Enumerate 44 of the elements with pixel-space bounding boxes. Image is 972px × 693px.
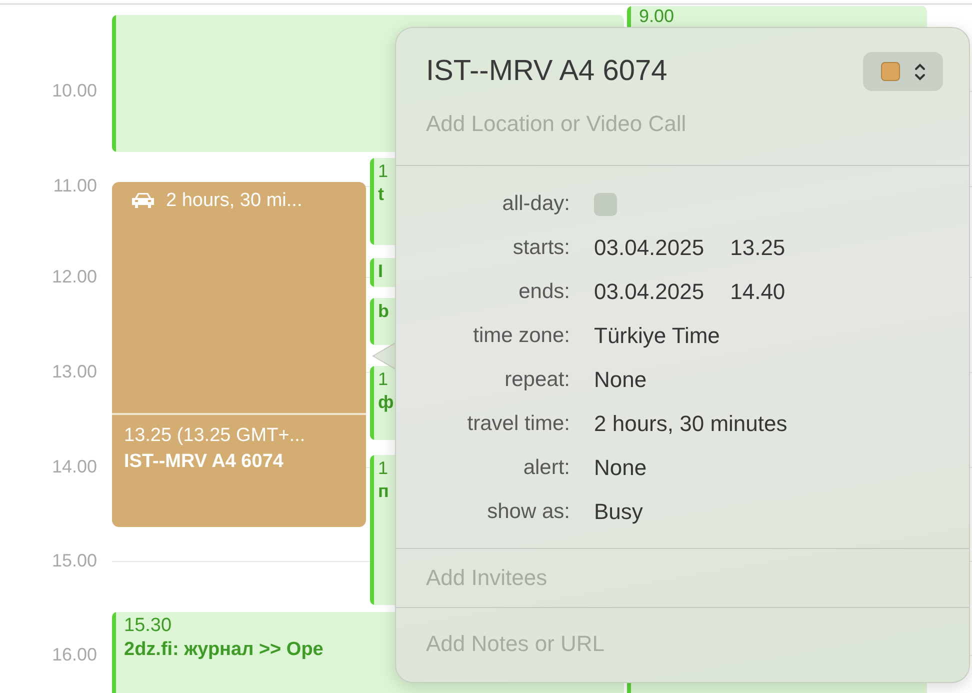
location-field[interactable]: Add Location or Video Call bbox=[426, 111, 826, 137]
event-time: 9.00 bbox=[639, 6, 674, 27]
field-value[interactable]: 2 hours, 30 minutes bbox=[594, 411, 788, 437]
event-time: 1 bbox=[378, 369, 390, 390]
field-value[interactable]: None bbox=[594, 455, 647, 481]
field-value[interactable]: Türkiye Time bbox=[594, 323, 720, 349]
calendar-color-button[interactable] bbox=[863, 52, 943, 91]
event-title: b bbox=[378, 301, 389, 322]
hour-label: 13.00 bbox=[52, 362, 97, 382]
event-title: п bbox=[378, 481, 389, 502]
hour-label: 12.00 bbox=[52, 266, 97, 288]
field-label: show as: bbox=[487, 500, 570, 524]
event-time: 15.30 bbox=[124, 615, 173, 637]
hour-label: 14.00 bbox=[52, 456, 97, 478]
event-time: 1 bbox=[378, 161, 388, 182]
field-value[interactable]: Busy bbox=[594, 499, 643, 525]
event-title: t bbox=[378, 184, 385, 205]
field-label: all-day: bbox=[502, 192, 570, 216]
event-time: 1 bbox=[378, 458, 389, 479]
field-label: ends: bbox=[518, 280, 570, 304]
event-title[interactable]: IST--MRV A4 6074 bbox=[426, 55, 668, 88]
field-value[interactable]: None bbox=[594, 367, 647, 393]
field-label: travel time: bbox=[467, 412, 570, 436]
time-value[interactable]: 13.25 bbox=[730, 235, 786, 261]
hour-label: 10.00 bbox=[52, 80, 97, 102]
field-label: time zone: bbox=[473, 324, 570, 348]
travel-time: 2 hours, 30 mi... bbox=[166, 190, 302, 212]
car-icon bbox=[130, 191, 156, 209]
date-value[interactable]: 03.04.2025 bbox=[594, 235, 704, 261]
event-title: I bbox=[378, 261, 384, 282]
hour-label: 15.00 bbox=[52, 550, 97, 572]
chevron-icon bbox=[914, 62, 926, 82]
all-day-checkbox[interactable] bbox=[594, 192, 617, 216]
time-value[interactable]: 14.40 bbox=[730, 279, 786, 305]
hour-label: 11.00 bbox=[53, 176, 97, 196]
event-title: IST--MRV A4 6074 bbox=[124, 451, 284, 473]
event-time: 13.25 (13.25 GMT+... bbox=[124, 425, 306, 447]
event-title: ф bbox=[378, 392, 394, 413]
hour-label: 16.00 bbox=[52, 644, 97, 666]
event-title: 2dz.fi: журнал >> Ope bbox=[124, 639, 324, 661]
field-label: alert: bbox=[523, 456, 570, 480]
field-label: repeat: bbox=[504, 368, 570, 392]
field-label: starts: bbox=[512, 236, 570, 260]
date-value[interactable]: 03.04.2025 bbox=[594, 279, 704, 305]
